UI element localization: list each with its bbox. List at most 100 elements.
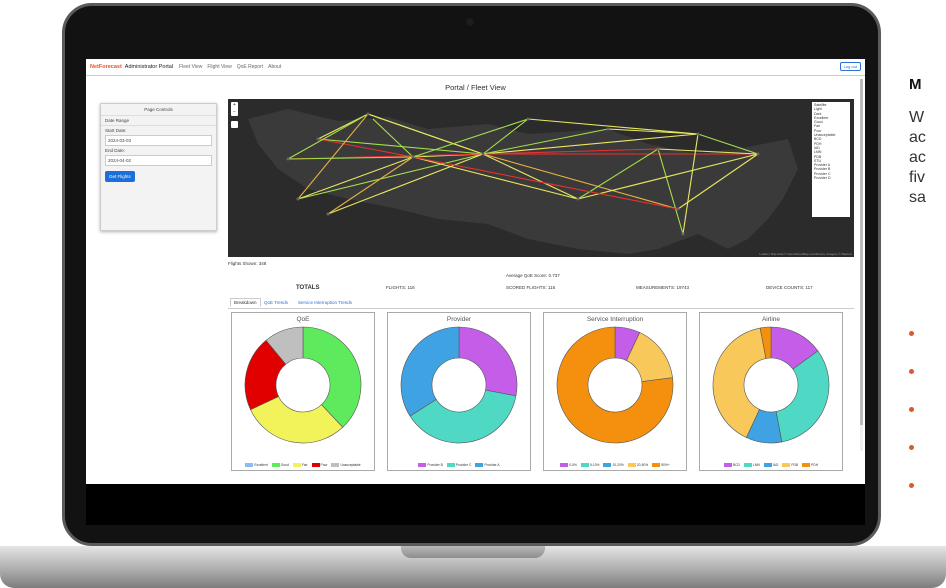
legend-label: 0-5%: [569, 463, 577, 467]
legend-item[interactable]: PDH: [802, 463, 818, 467]
nav-flight-view[interactable]: Flight View: [207, 64, 231, 70]
legend-swatch: [418, 463, 427, 467]
page-controls-panel: Page Controls Date Range Start Date: 202…: [100, 103, 217, 231]
legend-swatch: [782, 463, 791, 467]
legend-label: PDB: [791, 463, 799, 467]
nav-qoe-report[interactable]: QoE Report: [237, 64, 263, 70]
legend-item[interactable]: 50%+: [652, 463, 670, 467]
totals-label: TOTALS: [296, 285, 320, 291]
breakdown-tabs: Breakdown QoE Trends Service Interruptio…: [228, 298, 854, 309]
zoom-control[interactable]: + −: [231, 102, 238, 116]
scored-flights-total: SCORED FLIGHTS: 116: [506, 285, 556, 290]
camera-icon: [466, 18, 474, 26]
measurements-total: MEASUREMENTS: 19743: [636, 285, 690, 290]
legend-label: 50%+: [661, 463, 670, 467]
chart-title: QoE: [296, 316, 310, 323]
donut-chart-provider[interactable]: [399, 325, 519, 445]
chart-legend: Excellent Good Fair Poor Unacceptable: [232, 463, 374, 467]
legend-label: Poor: [320, 463, 328, 467]
legend-swatch: [723, 463, 732, 467]
chart-legend: Provider B Provider C Provider A: [388, 463, 530, 467]
legend-item[interactable]: PDB: [782, 463, 798, 467]
legend-label: Fair: [301, 463, 308, 467]
legend-item[interactable]: 20-50%: [627, 463, 649, 467]
legend-swatch: [271, 463, 280, 467]
legend-swatch: [446, 463, 455, 467]
legend-item[interactable]: 5-10%: [580, 463, 600, 467]
chart-title: Service Interruption: [586, 316, 644, 323]
bullet-icon: [909, 445, 914, 450]
donut-slice-provider-a[interactable]: [400, 326, 460, 417]
zoom-out-button[interactable]: −: [231, 109, 238, 116]
legend-item[interactable]: LMN: [743, 463, 760, 467]
legend-label: LMN: [752, 463, 760, 467]
legend-item[interactable]: 10-20%: [603, 463, 624, 467]
legend-item[interactable]: BCD: [723, 463, 740, 467]
chart-title: Airline: [761, 316, 781, 323]
legend-item[interactable]: 0-5%: [560, 463, 577, 467]
device-counts-total: DEVICE COUNTS: 117: [766, 285, 813, 290]
legend-item[interactable]: Provider B: [418, 463, 443, 467]
bullet-icon: [909, 369, 914, 374]
side-panel-text: W ac ac fiv sa: [909, 108, 926, 208]
end-date-input[interactable]: 2024-04-02: [105, 155, 212, 166]
legend-label: Provider B: [427, 463, 443, 467]
get-flights-button[interactable]: Get Flights: [105, 171, 135, 182]
legend-label: Provider A: [484, 463, 500, 467]
side-panel-line: ac: [909, 129, 926, 146]
side-panel-line: ac: [909, 149, 926, 166]
donut-chart-service-interruption[interactable]: [555, 325, 675, 445]
map-routes: [248, 109, 798, 254]
tab-service-interruption-trends[interactable]: Service Interruption Trends: [298, 300, 352, 305]
bullet-list: [909, 331, 914, 521]
legend-item[interactable]: Fair: [292, 463, 308, 467]
start-date-input[interactable]: 2024-03-03: [105, 135, 212, 146]
legend-item[interactable]: Excellent: [245, 463, 268, 467]
legend-item[interactable]: Poor: [311, 463, 328, 467]
layer-option[interactable]: Provider D: [814, 176, 848, 180]
legend-item[interactable]: Unacceptable: [331, 463, 361, 467]
legend-label: 10-20%: [612, 463, 624, 467]
donut-chart-qoe[interactable]: [243, 325, 363, 445]
fullscreen-icon[interactable]: [231, 121, 238, 128]
donut-slice-provider-b[interactable]: [458, 326, 518, 397]
legend-label: Provider C: [455, 463, 472, 467]
side-panel-title: M: [909, 76, 922, 93]
legend-label: 5-10%: [589, 463, 600, 467]
map-attribution[interactable]: Leaflet | Map data © OpenStreetMap contr…: [759, 252, 852, 256]
legend-swatch: [763, 463, 772, 467]
legend-swatch: [743, 463, 752, 467]
page-scrollbar[interactable]: [860, 79, 863, 451]
side-panel-line: W: [909, 109, 925, 126]
donut-slice-lmn[interactable]: [775, 350, 830, 443]
chart-legend: BCD LMN IAD PDB PDH: [700, 463, 842, 467]
scrollbar-thumb[interactable]: [860, 79, 863, 425]
layer-control[interactable]: Satellite Light Dark Excellent Good Fair…: [812, 102, 850, 217]
chart-title: Provider: [446, 316, 472, 323]
legend-label: 20-50%: [636, 463, 649, 467]
top-navbar: NetForecast Administrator Portal Fleet V…: [86, 59, 865, 76]
legend-item[interactable]: IAD: [763, 463, 778, 467]
flight-map[interactable]: + − Satellite Light Dark Excellent Good …: [228, 99, 854, 257]
nav-fleet-view[interactable]: Fleet View: [179, 64, 202, 70]
nav-about[interactable]: About: [268, 64, 281, 70]
brand-subtitle[interactable]: Administrator Portal: [125, 64, 173, 70]
zoom-in-button[interactable]: +: [231, 102, 238, 109]
legend-swatch: [560, 463, 569, 467]
flights-total: FLIGHTS: 116: [386, 285, 415, 290]
bullet-icon: [909, 407, 914, 412]
start-date-label: Start Date:: [105, 128, 127, 133]
legend-swatch: [603, 463, 612, 467]
date-range-label: Date Range: [105, 118, 130, 123]
legend-item[interactable]: Provider A: [475, 463, 500, 467]
tab-breakdown[interactable]: Breakdown: [230, 298, 261, 307]
chart-card-airline: Airline BCD LMN IAD PDB PDH: [699, 312, 843, 471]
legend-item[interactable]: Provider C: [446, 463, 472, 467]
logout-button[interactable]: Log out: [839, 62, 861, 71]
donut-chart-airline[interactable]: [711, 325, 831, 445]
legend-item[interactable]: Good: [271, 463, 289, 467]
legend-swatch: [475, 463, 484, 467]
screen: NetForecast Administrator Portal Fleet V…: [86, 59, 865, 525]
brand-logo[interactable]: NetForecast: [90, 64, 122, 70]
tab-qoe-trends[interactable]: QoE Trends: [264, 300, 288, 305]
